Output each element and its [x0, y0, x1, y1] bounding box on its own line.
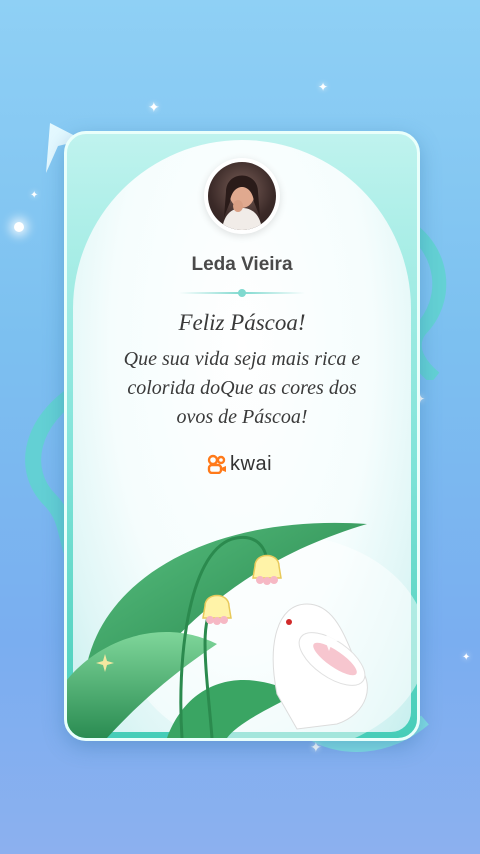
greeting-title: Feliz Páscoa! — [178, 310, 306, 335]
sparkle-icon: ✦ — [462, 652, 471, 663]
glow-dot — [14, 222, 24, 232]
avatar — [204, 158, 280, 234]
sparkle-icon: ✦ — [30, 190, 39, 201]
message-line: colorida doQue as cores dos — [127, 377, 357, 399]
flower-bell-icon — [202, 594, 232, 625]
avatar-photo — [208, 162, 276, 230]
flower-bell-icon — [252, 554, 282, 585]
message-line: ovos de Páscoa! — [176, 406, 308, 428]
kwai-logo-icon — [207, 454, 226, 474]
message-line: Que sua vida seja mais rica e — [123, 348, 361, 370]
divider-ornament — [238, 289, 246, 297]
sparkle-icon: ✦ — [148, 100, 160, 116]
sparkle-icon: ✦ — [318, 80, 329, 94]
kwai-brand-text: kwai — [230, 452, 273, 475]
kwai-brand: kwai — [207, 452, 272, 476]
user-name: Leda Vieira — [191, 254, 293, 275]
sparkle-icon: ✦ — [310, 740, 322, 756]
easter-greeting-card: Leda Vieira Feliz Páscoa! Que sua vida s… — [64, 131, 420, 741]
greeting-message: Que sua vida seja mais rica e colorida d… — [97, 345, 387, 432]
easter-illustration — [67, 522, 417, 738]
